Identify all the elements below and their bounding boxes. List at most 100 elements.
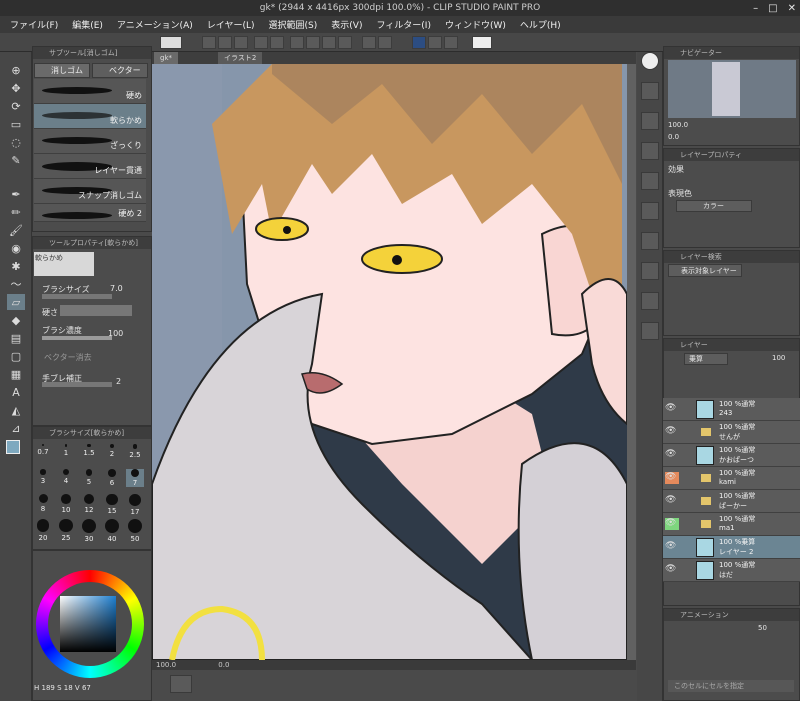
brush-size-cell[interactable]: 2 xyxy=(103,444,121,458)
vector-erase-label[interactable]: ベクター消去 xyxy=(44,352,92,363)
layer-row[interactable]: 👁 100 %通常 はだ xyxy=(663,559,800,582)
brush-size-cell[interactable]: 50 xyxy=(126,519,144,543)
stabilize-slider[interactable] xyxy=(42,382,112,387)
layer-row[interactable]: 👁 100 %乗算 レイヤー 2 xyxy=(663,536,800,559)
brush-tool-icon[interactable]: 🖌 xyxy=(7,222,25,238)
color-square[interactable] xyxy=(60,596,116,652)
brush-size-cell[interactable]: 20 xyxy=(34,519,52,542)
clear-icon[interactable] xyxy=(378,36,392,49)
pen-tool-icon[interactable]: ✒ xyxy=(7,186,25,202)
brush-item[interactable]: レイヤー貫通 xyxy=(34,154,146,179)
save-icon[interactable] xyxy=(234,36,248,49)
brush-item[interactable]: 硬め xyxy=(34,79,146,104)
open-file-icon[interactable] xyxy=(218,36,232,49)
brush-size-cell[interactable]: 15 xyxy=(103,494,121,515)
menu-selection[interactable]: 選択範囲(S) xyxy=(269,18,318,31)
brush-size-cell[interactable]: 40 xyxy=(103,519,121,543)
layer-row[interactable]: 👁 100 %通常 ぱーかー xyxy=(663,490,800,513)
brush-size-cell[interactable]: 4 xyxy=(57,469,75,485)
decoration-tool-icon[interactable]: ✱ xyxy=(7,258,25,274)
blend-tool-icon[interactable]: 〜 xyxy=(7,276,25,292)
menu-window[interactable]: ウィンドウ(W) xyxy=(445,18,506,31)
layer-search-filter[interactable]: 表示対象レイヤー xyxy=(668,264,742,277)
transform-icon[interactable] xyxy=(290,36,304,49)
blend-mode-select[interactable]: 乗算 xyxy=(684,353,728,365)
fill-tool-icon[interactable]: ◆ xyxy=(7,312,25,328)
menu-animation[interactable]: アニメーション(A) xyxy=(117,18,193,31)
new-file-icon[interactable] xyxy=(202,36,216,49)
gradient-tool-icon[interactable]: ▤ xyxy=(7,330,25,346)
brush-size-cell[interactable]: 6 xyxy=(103,469,121,487)
layer-row[interactable]: 👁 100 %通常 せんが xyxy=(663,421,800,444)
visibility-eye-icon[interactable]: 👁 xyxy=(665,426,679,438)
menu-edit[interactable]: 編集(E) xyxy=(72,18,103,31)
crop-icon[interactable] xyxy=(322,36,336,49)
close-button[interactable]: ✕ xyxy=(788,3,796,14)
illustration-canvas[interactable] xyxy=(152,64,627,660)
visibility-eye-icon[interactable]: 👁 xyxy=(665,564,679,576)
brush-item[interactable]: スナップ消しゴム xyxy=(34,179,146,204)
text-tool-icon[interactable]: A xyxy=(7,384,25,400)
visibility-eye-icon[interactable]: 👁 xyxy=(665,403,679,415)
brush-size-cell[interactable]: 2.5 xyxy=(126,444,144,459)
balloon-tool-icon[interactable]: ◭ xyxy=(7,402,25,418)
brush-size-cell[interactable]: 0.7 xyxy=(34,444,52,456)
brush-item[interactable]: ざっくり xyxy=(34,129,146,154)
brush-size-cell[interactable]: 5 xyxy=(80,469,98,486)
expression-color-select[interactable]: カラー xyxy=(676,200,752,212)
menu-filter[interactable]: フィルター(I) xyxy=(376,18,431,31)
visibility-eye-icon[interactable]: 👁 xyxy=(665,495,679,507)
operation-tool-icon[interactable]: ⟳ xyxy=(7,98,25,114)
brush-item[interactable]: 硬め 2 xyxy=(34,204,146,222)
brush-item[interactable]: 軟らかめ xyxy=(34,104,146,129)
brush-size-cell[interactable]: 17 xyxy=(126,494,144,516)
redo-icon[interactable] xyxy=(270,36,284,49)
lasso-tool-icon[interactable]: ◌ xyxy=(7,134,25,150)
material-icon[interactable] xyxy=(641,292,659,310)
minimize-button[interactable]: – xyxy=(753,3,758,14)
clip-studio-icon[interactable] xyxy=(641,52,659,70)
layer-row[interactable]: 👁 100 %通常 kami xyxy=(663,467,800,490)
menu-file[interactable]: ファイル(F) xyxy=(10,18,58,31)
fill-icon[interactable] xyxy=(362,36,376,49)
snap-grid-icon[interactable] xyxy=(428,36,442,49)
material-icon[interactable] xyxy=(641,82,659,100)
brush-density-slider[interactable] xyxy=(42,336,112,340)
material-icon[interactable] xyxy=(641,322,659,340)
move-tool-icon[interactable]: ✥ xyxy=(7,80,25,96)
help-icon[interactable] xyxy=(472,36,492,49)
eraser-tool-icon[interactable]: ▱ xyxy=(7,294,25,310)
material-icon[interactable] xyxy=(641,232,659,250)
zoom-tool-icon[interactable]: ⊕ xyxy=(7,62,25,78)
brush-size-cell[interactable]: 1 xyxy=(57,444,75,457)
hardness-selector[interactable] xyxy=(60,305,132,316)
menu-view[interactable]: 表示(V) xyxy=(331,18,362,31)
brush-size-cell[interactable]: 30 xyxy=(80,519,98,543)
material-icon[interactable] xyxy=(641,172,659,190)
figure-tool-icon[interactable]: ▢ xyxy=(7,348,25,364)
menu-help[interactable]: ヘルプ(H) xyxy=(520,18,561,31)
main-color-swatch[interactable] xyxy=(6,440,20,454)
maximize-button[interactable]: □ xyxy=(768,3,777,14)
snap-perspective-icon[interactable] xyxy=(444,36,458,49)
layer-row[interactable]: 👁 100 %通常 ma1 xyxy=(663,513,800,536)
visibility-eye-icon[interactable]: 👁 xyxy=(665,541,679,553)
material-icon[interactable] xyxy=(641,112,659,130)
airbrush-tool-icon[interactable]: ◉ xyxy=(7,240,25,256)
subtool-tab-eraser[interactable]: 消しゴム xyxy=(34,63,90,78)
deselect-icon[interactable] xyxy=(306,36,320,49)
material-icon[interactable] xyxy=(641,142,659,160)
eyedropper-tool-icon[interactable]: ✎ xyxy=(7,152,25,168)
timeline-icon[interactable] xyxy=(170,675,192,693)
pencil-tool-icon[interactable]: ✏ xyxy=(7,204,25,220)
invert-selection-icon[interactable] xyxy=(338,36,352,49)
tab-illust2[interactable]: イラスト2 xyxy=(218,52,263,64)
visibility-eye-icon[interactable]: 👁 xyxy=(665,472,679,484)
undo-icon[interactable] xyxy=(254,36,268,49)
layer-row[interactable]: 👁 100 %通常 かおぱーつ xyxy=(663,444,800,467)
brush-size-cell[interactable]: 7 xyxy=(126,469,144,488)
visibility-eye-icon[interactable]: 👁 xyxy=(665,449,679,461)
brush-size-cell[interactable]: 1.5 xyxy=(80,444,98,457)
brush-size-cell[interactable]: 12 xyxy=(80,494,98,514)
clip-studio-button[interactable] xyxy=(160,36,182,49)
